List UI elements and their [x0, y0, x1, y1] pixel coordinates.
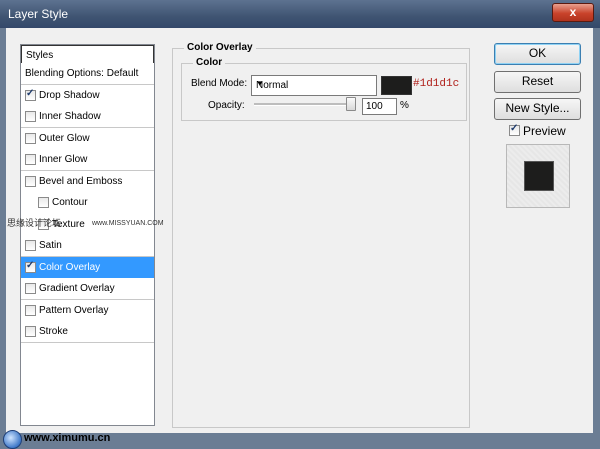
style-item-stroke[interactable]: Stroke	[21, 321, 154, 343]
opacity-unit: %	[400, 100, 409, 111]
preview-label: Preview	[523, 124, 566, 138]
style-checkbox[interactable]	[25, 260, 36, 273]
style-checkbox[interactable]	[25, 283, 36, 294]
style-item-label: Inner Shadow	[39, 111, 101, 122]
site-logo-icon	[3, 430, 22, 449]
preview-thumbnail	[506, 144, 570, 208]
style-item-inner-glow[interactable]: Inner Glow	[21, 149, 154, 171]
style-item-label: Drop Shadow	[39, 89, 100, 101]
style-item-blending-options-default[interactable]: Blending Options: Default	[21, 63, 154, 85]
styles-list-header[interactable]: Styles	[21, 45, 154, 65]
style-item-outer-glow[interactable]: Outer Glow	[21, 127, 154, 150]
style-item-label: Pattern Overlay	[39, 304, 109, 316]
style-item-label: Outer Glow	[39, 132, 90, 144]
color-swatch[interactable]	[381, 76, 412, 95]
style-checkbox[interactable]	[25, 111, 36, 122]
footer-site: www.ximumu.cn	[24, 432, 111, 444]
styles-list: Styles Blending Options: Default Drop Sha…	[20, 44, 155, 426]
title-bar: Layer Style x	[0, 0, 600, 28]
style-item-color-overlay[interactable]: Color Overlay	[21, 256, 154, 279]
preview-swatch	[524, 161, 554, 191]
blend-mode-select[interactable]: Normal ▼	[251, 75, 377, 96]
style-checkbox[interactable]	[25, 88, 36, 101]
ok-button[interactable]: OK	[494, 43, 581, 65]
style-item-pattern-overlay[interactable]: Pattern Overlay	[21, 299, 154, 322]
style-item-label: Color Overlay	[39, 261, 101, 273]
style-checkbox[interactable]	[25, 132, 36, 144]
style-item-inner-shadow[interactable]: Inner Shadow	[21, 106, 154, 128]
opacity-slider[interactable]	[254, 103, 354, 106]
close-icon: x	[569, 5, 577, 19]
reset-button[interactable]: Reset	[494, 71, 581, 93]
style-checkbox[interactable]	[25, 326, 36, 337]
style-item-label: Blending Options: Default	[25, 68, 139, 79]
style-item-label: Contour	[52, 197, 88, 208]
style-checkbox[interactable]	[25, 154, 36, 165]
window-title: Layer Style	[8, 7, 69, 21]
color-group-title: Color	[193, 57, 226, 68]
preview-checkbox[interactable]	[509, 123, 520, 136]
style-item-satin[interactable]: Satin	[21, 235, 154, 257]
style-item-label: Bevel and Emboss	[39, 175, 123, 187]
style-item-drop-shadow[interactable]: Drop Shadow	[21, 84, 154, 107]
close-button[interactable]: x	[552, 3, 594, 22]
color-overlay-title: Color Overlay	[184, 42, 256, 53]
opacity-slider-thumb[interactable]	[346, 97, 356, 111]
style-item-label: Stroke	[39, 326, 68, 337]
style-item-contour[interactable]: Contour	[21, 192, 154, 213]
opacity-label: Opacity:	[208, 100, 245, 111]
style-item-label: Gradient Overlay	[39, 283, 115, 294]
watermark-url: www.MISSYUAN.COM	[92, 220, 164, 227]
style-checkbox[interactable]	[25, 175, 36, 187]
style-checkbox[interactable]	[25, 240, 36, 251]
style-item-bevel-and-emboss[interactable]: Bevel and Emboss	[21, 170, 154, 193]
style-checkbox[interactable]	[25, 304, 36, 316]
blend-mode-label: Blend Mode:	[191, 78, 248, 89]
color-hex-label: #1d1d1c	[413, 78, 460, 90]
style-item-label: Inner Glow	[39, 154, 88, 165]
style-item-label: Satin	[39, 240, 62, 251]
style-checkbox[interactable]	[38, 197, 49, 208]
watermark-cn: 思缘设计论坛	[7, 218, 62, 228]
chevron-down-icon: ▼	[256, 79, 264, 88]
dialog-body: Styles Blending Options: Default Drop Sha…	[6, 28, 593, 433]
opacity-input[interactable]: 100	[362, 98, 397, 115]
new-style-button[interactable]: New Style...	[494, 98, 581, 120]
style-item-gradient-overlay[interactable]: Gradient Overlay	[21, 278, 154, 300]
